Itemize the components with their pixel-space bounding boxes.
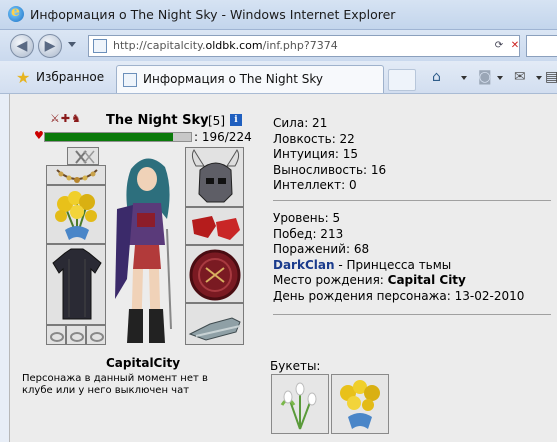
clan-title: - Принцесса тьмы: [334, 257, 452, 272]
stop-icon[interactable]: ✕: [507, 38, 523, 54]
feed-dropdown-icon[interactable]: [497, 76, 503, 80]
info-icon[interactable]: i: [230, 114, 242, 126]
navigation-bar: ◀ ▶ http://capitalcity.oldbk.com/inf.php…: [0, 30, 557, 61]
page-icon: [93, 39, 107, 53]
new-tab-button[interactable]: [388, 69, 416, 91]
info-birthday: День рождения персонажа: 13-02-2010: [273, 288, 525, 303]
helmet-slot[interactable]: [185, 147, 244, 207]
stat-agility: Ловкость: 22: [273, 131, 355, 146]
ring-icon: [90, 332, 104, 342]
stat-strength: Сила: 21: [273, 116, 328, 130]
page-content: ⚔✚♞ The Night Sky [5] i ♥ : 196/224 Capi…: [9, 94, 557, 442]
info-losses: Поражений: 68: [273, 242, 370, 256]
clan-link[interactable]: DarkClan: [273, 258, 335, 272]
stats-panel: Сила: 21 Ловкость: 22 Интуиция: 15 Вынос…: [273, 116, 386, 194]
crossed-swords-slot[interactable]: [67, 147, 99, 165]
feed-icon[interactable]: ◙: [478, 69, 492, 87]
print-icon[interactable]: ▤: [545, 69, 557, 87]
character-name: The Night Sky: [106, 113, 209, 128]
divider: [273, 200, 551, 201]
hp-bar-fill: [45, 133, 173, 141]
gloves-slot[interactable]: [185, 207, 244, 245]
red-gloves-icon: [192, 216, 240, 240]
birthplace-value: Capital City: [387, 273, 466, 287]
back-button[interactable]: ◀: [10, 34, 34, 58]
armored-boots-icon: [188, 317, 241, 341]
stat-intellect: Интеллект: 0: [273, 178, 357, 192]
info-wins: Побед: 213: [273, 226, 344, 241]
ring-slot-2[interactable]: [66, 325, 86, 345]
tab-label: Информация о The Night Sky: [143, 72, 324, 86]
birthplace-label: Место рождения:: [273, 273, 388, 287]
ie-logo-icon: [8, 4, 24, 22]
snowdrop-bouquet-icon: [280, 382, 317, 430]
info-clan-row: DarkClan - Принцесса тьмы: [273, 258, 524, 274]
shield-slot[interactable]: [185, 245, 244, 303]
city-name: CapitalCity: [106, 356, 181, 370]
boots-slot[interactable]: [185, 303, 244, 345]
mimosa-bouquet-slot[interactable]: [46, 185, 106, 244]
hp-value: : 196/224: [194, 130, 252, 144]
home-icon[interactable]: ⌂: [432, 69, 441, 87]
home-dropdown-icon[interactable]: [461, 76, 467, 80]
favorites-label: Избранное: [36, 70, 105, 84]
search-input[interactable]: [526, 35, 557, 57]
tab-page-icon: [123, 73, 137, 87]
stat-intuition: Интуиция: 15: [273, 147, 359, 161]
horned-helmet-icon: [191, 149, 240, 203]
recent-pages-dropdown-icon[interactable]: [68, 42, 76, 47]
armor-slot[interactable]: [46, 244, 106, 325]
necklace-slot[interactable]: [46, 165, 106, 185]
mail-dropdown-icon[interactable]: [536, 76, 542, 80]
forward-button[interactable]: ▶: [38, 34, 62, 58]
mimosa-bouquet[interactable]: [331, 374, 389, 434]
url-text[interactable]: http://capitalcity.oldbk.com/inf.php?737…: [113, 39, 338, 52]
divider: [273, 314, 551, 315]
title-bar: Информация о The Night Sky - Windows Int…: [0, 0, 557, 30]
heart-icon: ♥: [34, 129, 44, 142]
favorites-button[interactable]: ★ Избранное: [12, 66, 110, 88]
ring-icon: [70, 332, 84, 342]
club-status-text: Персонажа в данный момент нет в клубе ил…: [22, 373, 208, 396]
ring-icon: [50, 332, 64, 342]
star-icon: ★: [16, 68, 31, 87]
mimosa-bouquet-icon: [340, 380, 380, 429]
mimosa-bouquet-icon: [55, 191, 97, 240]
ring-slot-1[interactable]: [46, 325, 66, 345]
address-bar[interactable]: http://capitalcity.oldbk.com/inf.php?737…: [88, 35, 520, 57]
crossed-swords-icon: [75, 150, 95, 164]
alignment-badges-icon: ⚔✚♞: [50, 112, 82, 125]
stat-endurance: Выносливость: 16: [273, 162, 387, 177]
character-level: [5]: [208, 114, 225, 128]
hp-bar: [44, 132, 192, 142]
necklace-icon: [56, 169, 98, 183]
snowdrop-bouquet[interactable]: [271, 374, 329, 434]
info-panel: Уровень: 5 Побед: 213 Поражений: 68 Dark…: [273, 211, 524, 304]
favorites-bar: ★ Избранное Информация о The Night Sky ⌂…: [0, 61, 557, 94]
robe-armor-icon: [52, 248, 102, 320]
info-level: Уровень: 5: [273, 211, 341, 225]
round-shield-icon: [189, 249, 241, 301]
mail-icon[interactable]: ✉: [514, 69, 526, 87]
info-birthplace-row: Место рождения: Capital City: [273, 273, 524, 289]
window-title: Информация о The Night Sky - Windows Int…: [30, 7, 396, 22]
refresh-icon[interactable]: ⟳: [491, 38, 507, 54]
character-avatar: [109, 149, 185, 346]
warrior-woman-image: [115, 158, 172, 343]
bouquets-label: Букеты:: [270, 359, 321, 373]
ring-slot-3[interactable]: [86, 325, 106, 345]
tab-active[interactable]: Информация о The Night Sky: [116, 65, 384, 93]
